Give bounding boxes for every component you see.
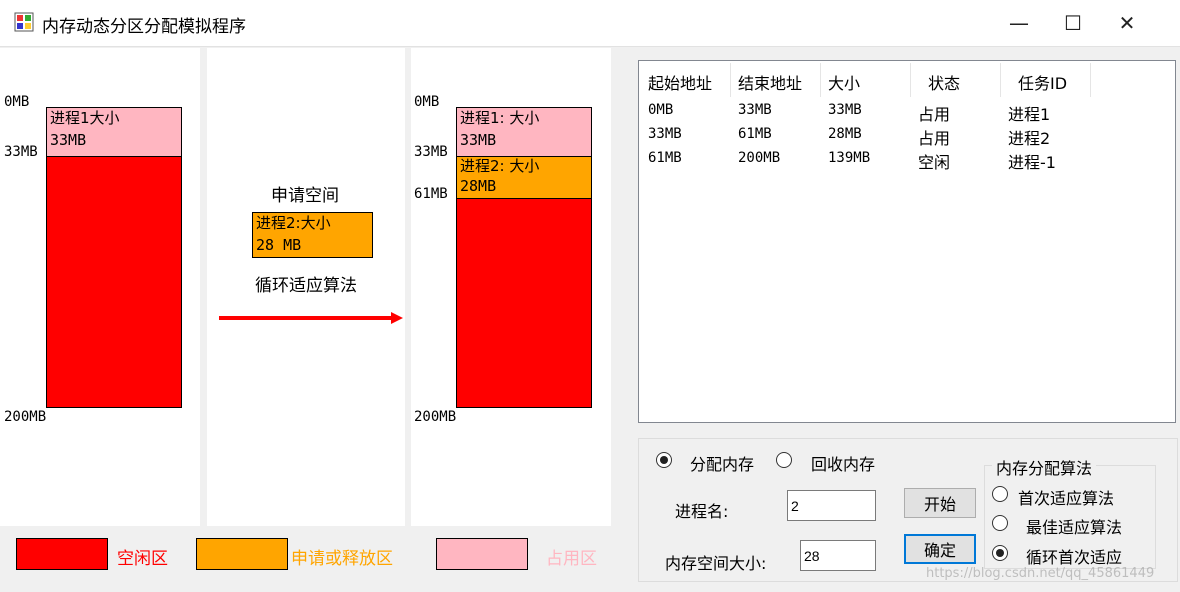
- column-header[interactable]: 结束地址: [738, 70, 802, 94]
- request-block: 进程2:大小 28 MB: [252, 212, 373, 258]
- axis-61-label: 61MB: [414, 186, 448, 202]
- alloc-radio-label[interactable]: 分配内存: [690, 451, 754, 475]
- next-fit-radio[interactable]: [992, 545, 1008, 561]
- free-block: [456, 198, 592, 408]
- close-button[interactable]: ✕: [1100, 0, 1154, 46]
- header-divider: [1090, 63, 1091, 97]
- process2-block: 进程2: 大小 28MB: [456, 156, 592, 199]
- process-name-input[interactable]: [787, 490, 876, 521]
- window-title: 内存动态分区分配模拟程序: [42, 17, 246, 37]
- maximize-button[interactable]: ☐: [1046, 0, 1100, 46]
- table-cell: 61MB: [738, 126, 772, 142]
- axis-bottom-label: 200MB: [4, 409, 47, 425]
- axis-mid-label: 33MB: [4, 144, 38, 160]
- maximize-icon: ☐: [1064, 11, 1082, 35]
- close-icon: ✕: [1118, 11, 1136, 35]
- table-cell: 200MB: [738, 150, 781, 166]
- axis-top-label: 0MB: [4, 94, 30, 110]
- algorithm-group-title: 内存分配算法: [992, 455, 1097, 479]
- free-radio-label[interactable]: 回收内存: [811, 451, 875, 475]
- request-panel: 申请空间 进程2:大小 28 MB 循环适应算法: [207, 48, 405, 526]
- axis-top-label: 0MB: [414, 94, 440, 110]
- first-fit-label[interactable]: 首次适应算法: [1018, 485, 1114, 509]
- memory-size-input[interactable]: [800, 540, 876, 571]
- table-cell: 空闲: [918, 153, 951, 172]
- request-label: 进程2:大小: [256, 214, 331, 232]
- column-header[interactable]: 任务ID: [1018, 70, 1067, 94]
- legend-request-label: 申请或释放区: [291, 549, 393, 569]
- minimize-button[interactable]: —: [992, 0, 1046, 46]
- table-cell: 28MB: [828, 126, 862, 142]
- title-bar: 内存动态分区分配模拟程序 — ☐ ✕: [0, 0, 1180, 47]
- request-size: 28 MB: [256, 236, 302, 254]
- algorithm-label: 循环适应算法: [255, 276, 357, 296]
- start-button[interactable]: 开始: [904, 488, 976, 518]
- process1-size: 33MB: [50, 131, 87, 149]
- process1-block: 进程1: 大小 33MB: [456, 107, 592, 157]
- table-cell: 进程2: [1008, 129, 1051, 148]
- table-cell: 33MB: [648, 126, 682, 142]
- app-icon: [14, 12, 34, 32]
- table-cell: 0MB: [648, 102, 674, 118]
- table-cell: 占用: [918, 105, 951, 124]
- confirm-button[interactable]: 确定: [904, 534, 976, 564]
- memory-size-label: 内存空间大小:: [665, 554, 767, 573]
- before-memory-panel: 0MB 33MB 200MB 进程1大小 33MB: [0, 48, 200, 526]
- axis-bottom-label: 200MB: [414, 409, 457, 425]
- free-radio[interactable]: [776, 452, 792, 468]
- watermark: https://blog.csdn.net/qq_45861449: [926, 566, 1155, 581]
- table-cell: 139MB: [828, 150, 871, 166]
- best-fit-label[interactable]: 最佳适应算法: [1026, 514, 1122, 538]
- partition-table[interactable]: [638, 60, 1176, 423]
- table-cell: 33MB: [828, 102, 862, 118]
- process1-label: 进程1: 大小: [460, 109, 540, 127]
- legend-request-swatch: [196, 538, 288, 570]
- arrow-icon: [219, 312, 403, 324]
- process-name-label: 进程名:: [675, 502, 729, 521]
- table-cell: 占用: [918, 129, 951, 148]
- after-memory-panel: 0MB 33MB 61MB 200MB 进程1: 大小 33MB 进程2: 大小…: [411, 48, 611, 526]
- column-header[interactable]: 起始地址: [648, 70, 712, 94]
- process1-block: 进程1大小 33MB: [46, 107, 182, 157]
- axis-33-label: 33MB: [414, 144, 448, 160]
- table-cell: 33MB: [738, 102, 772, 118]
- process2-size: 28MB: [460, 177, 497, 195]
- best-fit-radio[interactable]: [992, 515, 1008, 531]
- process2-label: 进程2: 大小: [460, 157, 540, 175]
- column-header[interactable]: 大小: [828, 70, 860, 94]
- table-cell: 进程1: [1008, 105, 1051, 124]
- process1-label: 进程1大小: [50, 109, 120, 127]
- next-fit-label[interactable]: 循环首次适应: [1026, 544, 1122, 568]
- process1-size: 33MB: [460, 131, 497, 149]
- header-divider: [730, 63, 731, 97]
- request-title: 申请空间: [271, 186, 339, 206]
- legend-free-swatch: [16, 538, 108, 570]
- legend-free-label: 空闲区: [117, 549, 168, 569]
- first-fit-radio[interactable]: [992, 486, 1008, 502]
- legend-used-label: 占用区: [546, 549, 597, 569]
- free-block: [46, 156, 182, 408]
- header-divider: [1000, 63, 1001, 97]
- minimize-icon: —: [1009, 11, 1029, 35]
- legend-used-swatch: [436, 538, 528, 570]
- table-cell: 进程-1: [1008, 153, 1056, 172]
- alloc-radio[interactable]: [656, 452, 672, 468]
- header-divider: [820, 63, 821, 97]
- header-divider: [910, 63, 911, 97]
- table-cell: 61MB: [648, 150, 682, 166]
- column-header[interactable]: 状态: [928, 70, 960, 94]
